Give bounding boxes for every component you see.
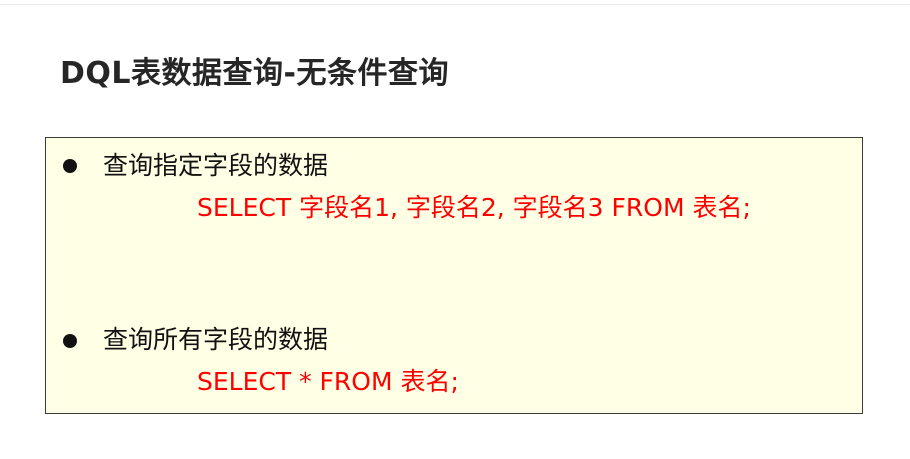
top-divider [0,4,910,5]
bullet-icon [63,334,77,348]
bullet-heading-all-fields: 查询所有字段的数据 [103,325,329,354]
sql-select-specified-fields: SELECT 字段名1, 字段名2, 字段名3 FROM 表名; [197,193,751,222]
sql-select-all-fields: SELECT * FROM 表名; [197,367,459,396]
slide: DQL表数据查询-无条件查询 查询指定字段的数据 SELECT 字段名1, 字段… [0,0,910,459]
slide-title: DQL表数据查询-无条件查询 [60,56,449,91]
bullet-heading-specified-fields: 查询指定字段的数据 [103,151,329,180]
bullet-icon [63,159,77,173]
content-box: 查询指定字段的数据 SELECT 字段名1, 字段名2, 字段名3 FROM 表… [45,137,863,414]
